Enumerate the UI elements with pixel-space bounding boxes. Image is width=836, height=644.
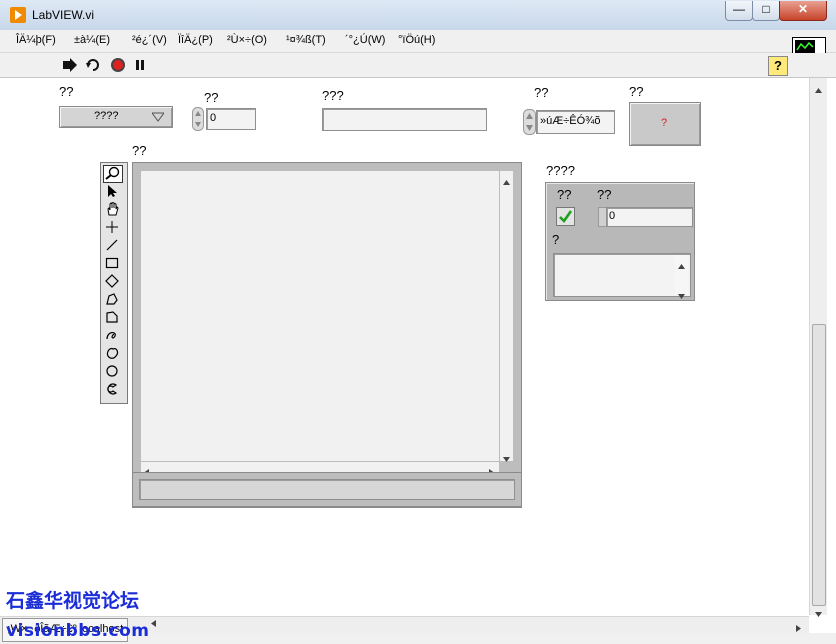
- scroll-left-arrow-icon[interactable]: [150, 617, 162, 631]
- string-label: ???: [322, 88, 344, 103]
- ok-button[interactable]: ?: [629, 102, 701, 146]
- ring-increment-decrement[interactable]: [523, 109, 536, 135]
- curve-icon[interactable]: [103, 328, 121, 344]
- image-status-frame: [132, 472, 522, 507]
- menu-file[interactable]: ÎÄ¼þ(F): [16, 34, 56, 46]
- scroll-thumb[interactable]: [812, 324, 826, 606]
- scroll-down-arrow-icon[interactable]: [678, 288, 685, 302]
- circle-icon[interactable]: [103, 364, 121, 380]
- watermark-url: visionbbs.com: [6, 621, 150, 641]
- diamond-icon[interactable]: [103, 274, 121, 290]
- scroll-up-arrow-icon[interactable]: [815, 82, 822, 96]
- window-vertical-scrollbar[interactable]: [809, 78, 827, 617]
- cluster-label: ????: [546, 163, 575, 178]
- close-button[interactable]: ✕: [779, 1, 827, 21]
- image-display-canvas[interactable]: [140, 170, 500, 462]
- combo-value: ????: [94, 110, 119, 122]
- polygon-icon[interactable]: [103, 292, 121, 308]
- scroll-up-arrow-icon[interactable]: [678, 258, 685, 272]
- numeric-value: 0: [210, 112, 217, 124]
- menu-edit[interactable]: ±à¼­(E): [74, 34, 110, 46]
- numeric-label: ??: [204, 90, 219, 105]
- button-label: ??: [629, 84, 644, 99]
- menu-window[interactable]: ´°¿Ú(W): [345, 34, 385, 46]
- string-input[interactable]: [322, 108, 487, 131]
- scroll-down-arrow-icon[interactable]: [503, 451, 510, 465]
- image-status-field: [139, 479, 515, 500]
- cluster-string-label: ?: [552, 232, 560, 247]
- hand-icon[interactable]: [103, 201, 121, 218]
- watermark-title: 石鑫华视觉论坛: [6, 590, 140, 612]
- scroll-down-arrow-icon[interactable]: [815, 606, 822, 620]
- image-vertical-scrollbar[interactable]: [499, 170, 514, 462]
- pointer-icon[interactable]: [103, 184, 121, 200]
- context-help-icon[interactable]: ?: [768, 56, 788, 76]
- picture-label: ??: [132, 143, 147, 158]
- abort-icon[interactable]: [110, 57, 126, 73]
- ring-display[interactable]: »úÆ÷ÊÓ¾õ: [536, 110, 615, 134]
- menu-project[interactable]: ÏîÄ¿(P): [178, 34, 213, 46]
- image-display-frame: [132, 162, 522, 508]
- freehand-polygon-icon[interactable]: [103, 310, 121, 326]
- crosshair-icon[interactable]: [103, 220, 121, 236]
- combo-box[interactable]: ????: [59, 106, 173, 128]
- run-continuously-icon[interactable]: [85, 57, 101, 73]
- run-arrow-icon[interactable]: [62, 57, 78, 73]
- cluster-bool-label: ??: [557, 187, 572, 202]
- combo-label: ??: [59, 84, 74, 99]
- cluster-numeric-input[interactable]: 0: [606, 207, 693, 227]
- pause-icon[interactable]: [132, 57, 148, 73]
- cluster-numeric-value: 0: [609, 210, 616, 222]
- chevron-down-icon: [151, 111, 165, 125]
- scroll-up-arrow-icon[interactable]: [503, 174, 510, 188]
- cluster-string-scrollbar[interactable]: [675, 255, 688, 299]
- cluster-string-input[interactable]: [553, 253, 691, 299]
- ring-label: ??: [534, 85, 549, 100]
- menu-bar: ÎÄ¼þ(F) ±à¼­(E) ²é¿´(V) ÏîÄ¿(P) ²Ù×÷(O) …: [0, 30, 836, 53]
- title-bar: LabVIEW.vi — □ ✕: [0, 0, 836, 31]
- blob-icon[interactable]: [103, 346, 121, 362]
- line-icon[interactable]: [103, 238, 121, 254]
- image-tools-palette: [100, 162, 128, 404]
- cluster-numeric-label: ??: [597, 187, 612, 202]
- zoom-icon[interactable]: [103, 165, 123, 183]
- cluster-frame: ?? ?? 0 ?: [545, 182, 695, 301]
- arc-icon[interactable]: [103, 382, 121, 398]
- toolbar: ?: [0, 53, 836, 78]
- menu-view[interactable]: ²é¿´(V): [132, 34, 167, 46]
- numeric-increment-decrement[interactable]: [192, 107, 204, 131]
- menu-tools[interactable]: ¹¤¾ß(T): [286, 34, 326, 46]
- ring-value: »úÆ÷ÊÓ¾õ: [540, 115, 601, 127]
- minimize-button[interactable]: —: [725, 1, 753, 21]
- labview-app-icon: [10, 7, 26, 23]
- menu-operate[interactable]: ²Ù×÷(O): [227, 34, 267, 46]
- maximize-button[interactable]: □: [752, 1, 780, 21]
- cluster-checkbox[interactable]: [556, 207, 575, 226]
- window-title: LabVIEW.vi: [32, 8, 95, 22]
- front-panel: ?? ???? ?? 0 ??? ?? »úÆ÷ÊÓ¾õ ?? ? ?? ???…: [1, 78, 808, 615]
- numeric-input[interactable]: 0: [206, 108, 256, 130]
- rectangle-icon[interactable]: [103, 256, 121, 272]
- ok-button-text: ?: [661, 117, 668, 129]
- menu-help[interactable]: °ïÖú(H): [398, 34, 435, 46]
